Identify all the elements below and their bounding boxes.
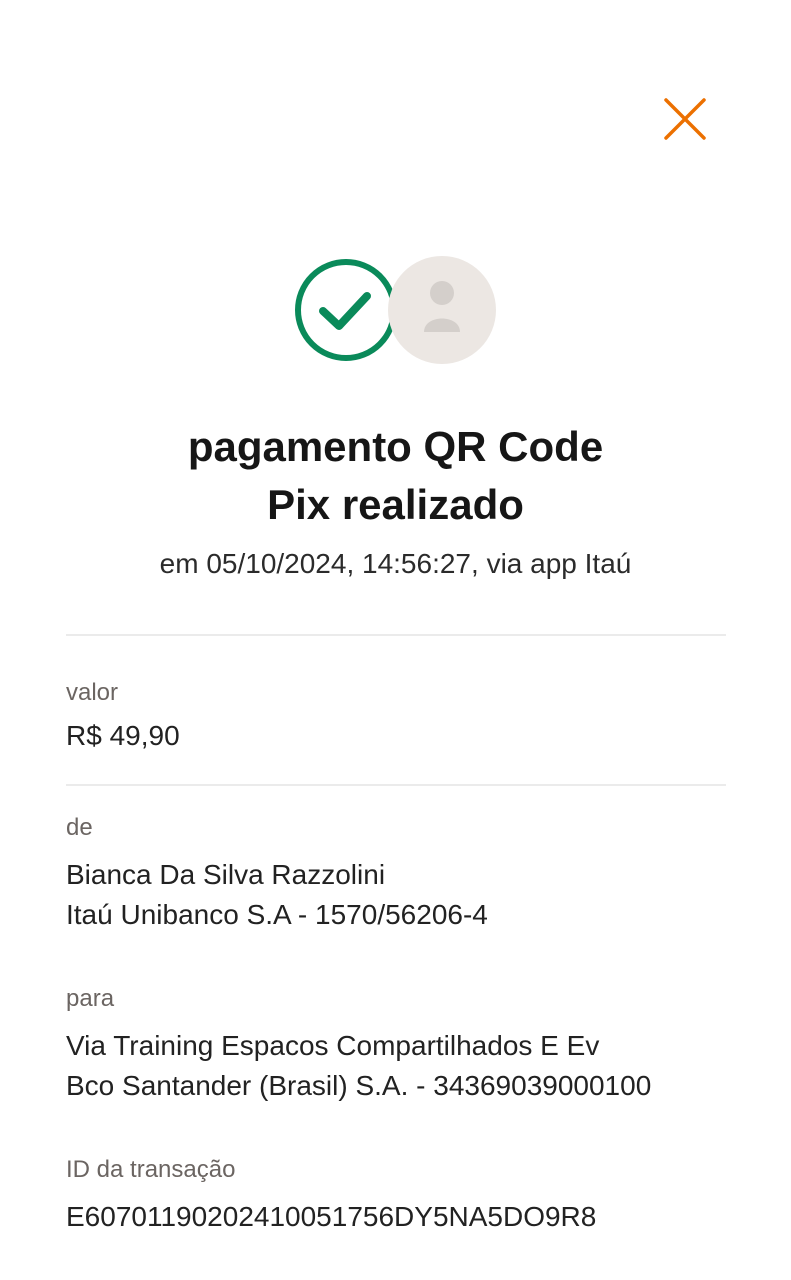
close-icon <box>664 98 706 140</box>
transaction-id-value: E60701190202410051756DY5NA5DO9R8 <box>66 1201 597 1232</box>
title-line-1: pagamento QR Code <box>187 423 604 470</box>
valor-value: R$ 49,90 <box>66 720 180 751</box>
avatar <box>388 256 496 364</box>
valor-label: valor <box>66 679 119 706</box>
payee-name: Via Training Espacos Compartilhados E Ev <box>66 1030 600 1061</box>
title-line-2: Pix realizado <box>267 481 524 528</box>
divider <box>66 634 726 636</box>
para-label: para <box>66 985 115 1012</box>
de-value: Bianca Da Silva Razzolini Itaú Unibanco … <box>66 855 746 935</box>
close-button[interactable] <box>662 96 708 142</box>
divider <box>66 784 726 786</box>
para-value: Via Training Espacos Compartilhados E Ev… <box>66 1026 746 1106</box>
person-icon <box>424 281 460 332</box>
payer-bank: Itaú Unibanco S.A - 1570/56206-4 <box>66 899 488 930</box>
check-circle-icon <box>292 256 400 364</box>
transaction-id-label: ID da transação <box>66 1156 236 1183</box>
status-icons <box>292 256 496 364</box>
de-label: de <box>66 814 93 841</box>
payee-bank: Bco Santander (Brasil) S.A. - 3436903900… <box>66 1070 652 1101</box>
transaction-datetime: em 05/10/2024, 14:56:27, via app Itaú <box>159 548 632 579</box>
page-title: pagamento QR Code Pix realizado <box>0 418 791 534</box>
payer-name: Bianca Da Silva Razzolini <box>66 859 386 890</box>
